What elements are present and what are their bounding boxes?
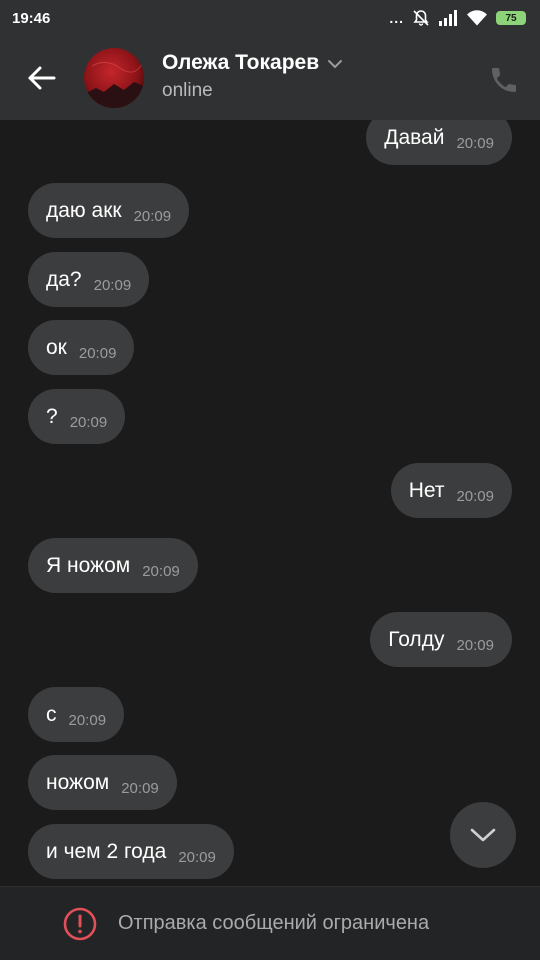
message-text: и чем 2 года: [46, 839, 167, 863]
status-bar: 19:46 ... 75: [0, 0, 540, 36]
incoming-message[interactable]: ок 20:09: [28, 320, 135, 375]
status-icons: ... 75: [389, 9, 526, 27]
message-time: 20:09: [456, 637, 494, 654]
status-time: 19:46: [12, 9, 51, 27]
message-time: 20:09: [456, 135, 494, 152]
incoming-message[interactable]: ножом 20:09: [28, 755, 177, 810]
incoming-message[interactable]: да? 20:09: [28, 252, 150, 307]
message-text: ?: [46, 404, 58, 428]
message-time: 20:09: [78, 345, 117, 362]
message-time: 20:09: [456, 488, 494, 505]
contact-name-text: Олежа Токарев: [162, 51, 320, 74]
back-arrow-icon[interactable]: [24, 60, 60, 96]
avatar[interactable]: [84, 48, 144, 108]
signal-icon: [438, 10, 458, 26]
message-list[interactable]: Давай 20:09 даю акк 20:09 да? 20:09 ок 20:09? 20…: [0, 120, 540, 886]
incoming-message[interactable]: с 20:09: [28, 687, 125, 742]
message-time: 20:09: [69, 414, 108, 431]
message-text: Нет: [408, 478, 445, 502]
message-text: Голду: [388, 627, 445, 651]
message-text: ок: [46, 335, 67, 359]
scroll-down-button[interactable]: [450, 802, 516, 868]
message-text: даю акк: [46, 198, 122, 222]
chevron-down-icon[interactable]: [327, 51, 343, 75]
contact-status: online: [162, 80, 213, 101]
outgoing-message[interactable]: Давай 20:09: [366, 120, 512, 165]
restriction-bar: Отправка сообщений ограничена: [0, 886, 540, 960]
message-time: 20:09: [142, 563, 180, 580]
wifi-icon: [466, 10, 488, 26]
mute-icon: [412, 9, 430, 27]
battery-icon: 75: [496, 11, 526, 25]
contact-name[interactable]: Олежа Токарев: [162, 51, 343, 75]
message-time: 20:09: [68, 712, 107, 729]
message-time: 20:09: [93, 277, 132, 294]
incoming-message[interactable]: Я ножом 20:09: [28, 538, 198, 593]
message-text: с: [46, 702, 57, 726]
alert-circle-icon: [62, 906, 98, 942]
chevron-down-icon: [470, 828, 496, 842]
message-text: ножом: [46, 770, 110, 794]
phone-icon[interactable]: [488, 64, 520, 96]
message-text: Давай: [384, 125, 445, 149]
restriction-text: Отправка сообщений ограничена: [118, 912, 430, 934]
incoming-message[interactable]: даю акк 20:09: [28, 183, 190, 238]
incoming-message[interactable]: ? 20:09: [28, 389, 126, 444]
message-time: 20:09: [178, 849, 216, 866]
message-time: 20:09: [133, 208, 172, 225]
message-text: Я ножом: [46, 553, 131, 577]
message-text: да?: [46, 267, 82, 291]
incoming-message[interactable]: и чем 2 года 20:09: [28, 824, 234, 879]
message-time: 20:09: [121, 780, 159, 797]
outgoing-message[interactable]: Нет 20:09: [390, 463, 512, 518]
status-dots: ...: [389, 10, 404, 26]
outgoing-message[interactable]: Голду 20:09: [370, 612, 512, 667]
chat-header: Олежа Токарев online: [0, 36, 540, 120]
